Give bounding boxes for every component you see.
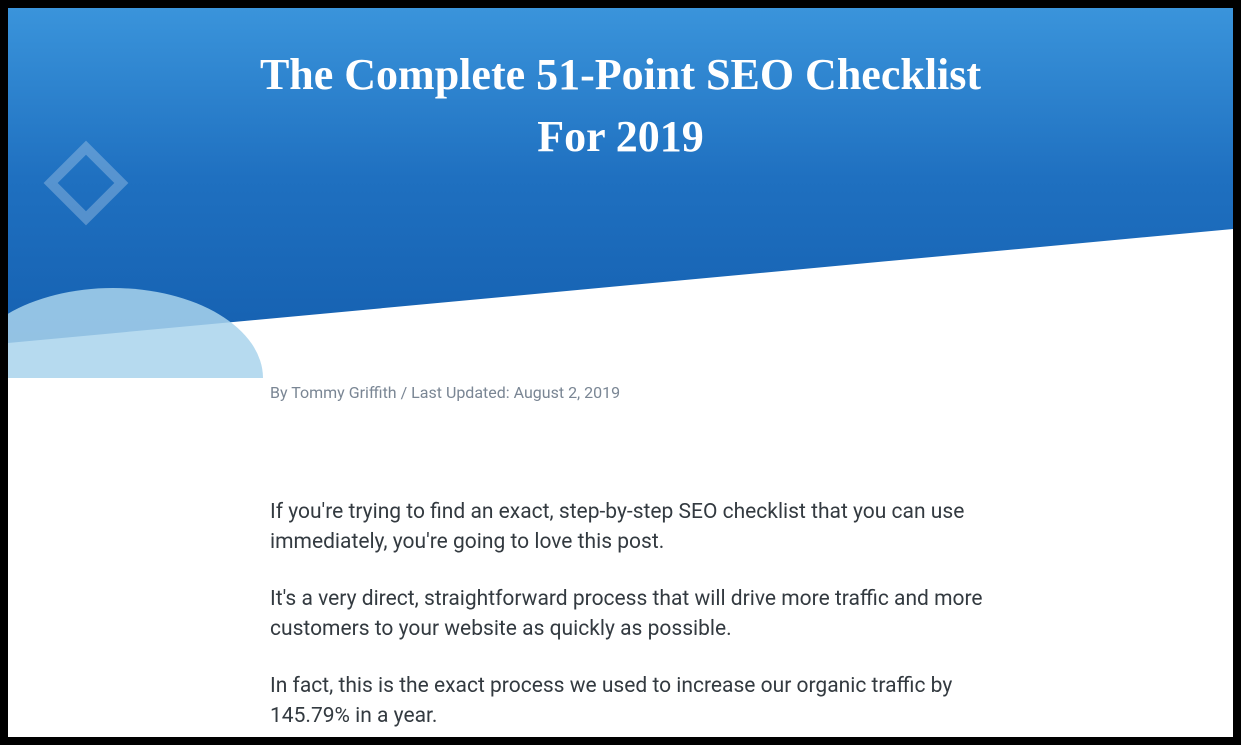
- paragraph-3: In fact, this is the exact process we us…: [270, 671, 1010, 732]
- article-content: By Tommy Griffith / Last Updated: August…: [270, 383, 1010, 737]
- author-name: Tommy Griffith: [291, 383, 396, 402]
- hero-section: The Complete 51-Point SEO Checklist For …: [8, 8, 1233, 348]
- hero-wave-accent: [8, 288, 263, 378]
- updated-date: August 2, 2019: [514, 383, 621, 402]
- byline-separator: / Last Updated:: [397, 383, 514, 402]
- byline: By Tommy Griffith / Last Updated: August…: [270, 383, 1010, 402]
- byline-prefix: By: [270, 383, 291, 402]
- paragraph-2: It's a very direct, straightforward proc…: [270, 584, 1010, 645]
- diamond-icon: [44, 141, 129, 226]
- page-title: The Complete 51-Point SEO Checklist For …: [221, 44, 1021, 167]
- page-frame: The Complete 51-Point SEO Checklist For …: [8, 8, 1233, 737]
- body-text: If you're trying to find an exact, step-…: [270, 497, 1010, 732]
- paragraph-1: If you're trying to find an exact, step-…: [270, 497, 1010, 558]
